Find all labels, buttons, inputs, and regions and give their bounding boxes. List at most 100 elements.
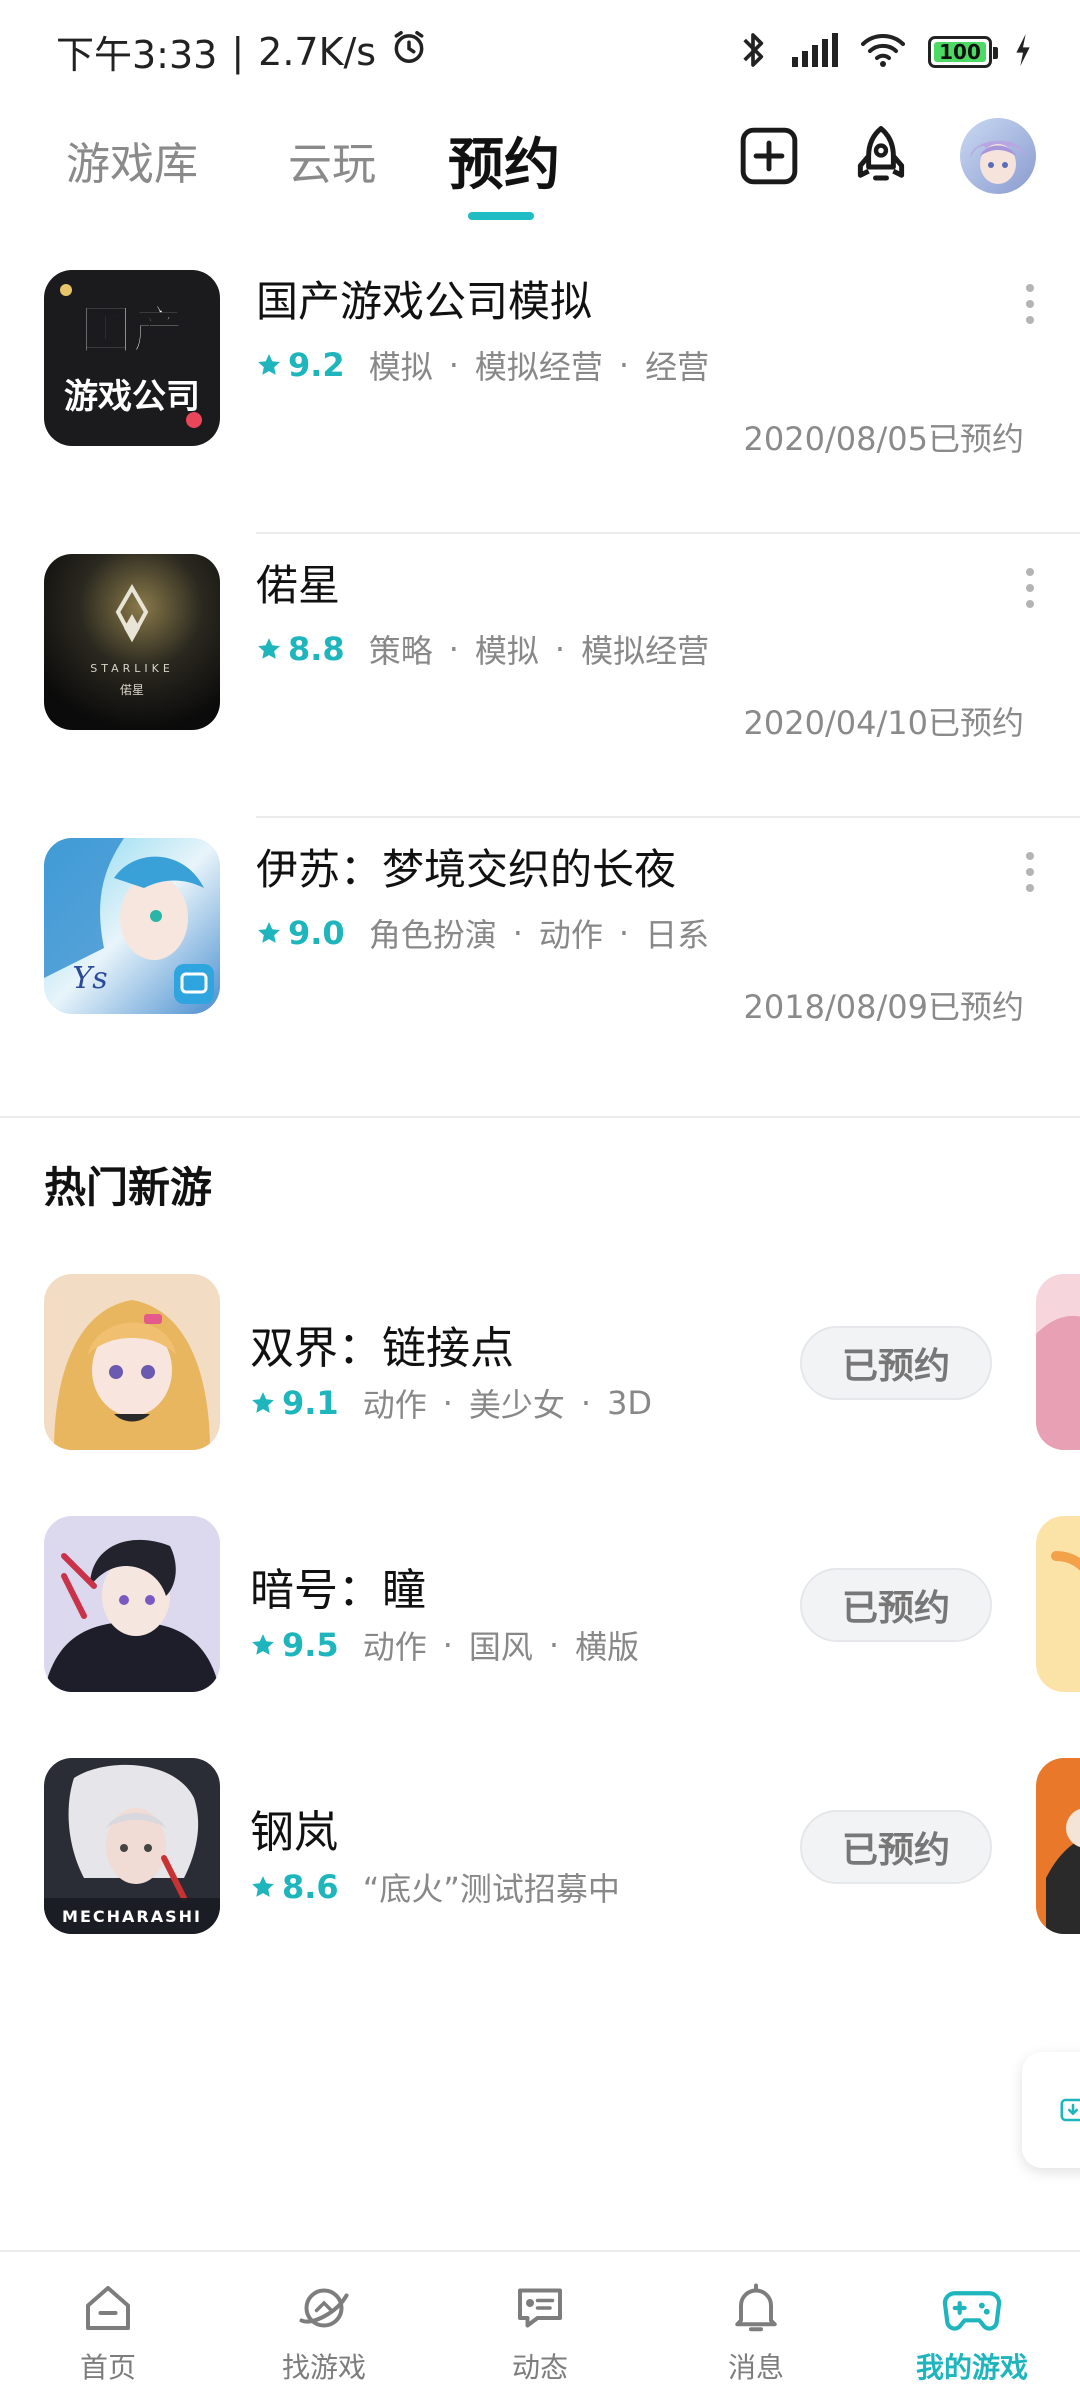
- floating-download-tab[interactable]: [1022, 2052, 1080, 2168]
- tag-separator: ·: [618, 346, 630, 384]
- rating: 9.5: [250, 1626, 339, 1664]
- nav-home[interactable]: 首页: [0, 2252, 216, 2400]
- game-meta: 9.0 角色扮演 · 动作 · 日系: [256, 910, 709, 956]
- status-net-speed: 2.7K/s: [258, 29, 377, 74]
- tag: 角色扮演: [368, 916, 497, 954]
- game-title: 国产游戏公司模拟: [256, 277, 593, 326]
- nav-label: 动态: [511, 2351, 568, 2384]
- reserved-button[interactable]: 已预约: [800, 1326, 992, 1400]
- tab-cloud-play[interactable]: 云玩: [288, 128, 376, 192]
- home-icon: [86, 2286, 130, 2330]
- section-title-hot: 热门新游: [44, 1163, 213, 1212]
- star-icon: [252, 1876, 274, 1897]
- reservation-date: 2020/08/05已预约: [743, 420, 1024, 458]
- tag: 美少女: [468, 1386, 565, 1424]
- tag: 动作: [362, 1386, 427, 1424]
- svg-text:Ys: Ys: [72, 961, 107, 996]
- download-icon: [1060, 2098, 1080, 2122]
- nav-my-games[interactable]: 我的游戏: [864, 2252, 1080, 2400]
- game-title: 伊苏：梦境交织的长夜: [256, 845, 677, 894]
- nav-find-games[interactable]: 找游戏: [216, 2252, 432, 2400]
- wifi-icon: [860, 32, 906, 72]
- planet-icon: [299, 2288, 349, 2328]
- nav-label: 首页: [79, 2351, 136, 2384]
- game-meta: 9.2 模拟 · 模拟经营 · 经营: [256, 342, 709, 388]
- status-separator: |: [231, 29, 245, 74]
- reserved-button[interactable]: 已预约: [800, 1568, 992, 1642]
- reserved-game-item[interactable]: Ys 伊苏：梦境交织的长夜 9.0 角色扮演 · 动作 · 日系 2018/08…: [0, 826, 1080, 1110]
- rating-value: 9.5: [282, 1626, 339, 1664]
- alarm-icon: [390, 28, 428, 75]
- nav-messages[interactable]: 消息: [648, 2252, 864, 2400]
- hot-game-list: 双界：链接点 9.1 动作 · 美少女 · 3D 已预约 暗号：瞳 9.5 动作…: [0, 1274, 1080, 2000]
- tag-separator: ·: [512, 914, 523, 952]
- nav-label: 找游戏: [281, 2351, 366, 2384]
- svg-text:STARLIKE: STARLIKE: [90, 662, 174, 675]
- reserved-button[interactable]: 已预约: [800, 1810, 992, 1884]
- tag-separator: ·: [554, 630, 566, 668]
- game-meta: 9.1 动作 · 美少女 · 3D: [250, 1380, 652, 1426]
- game-icon-anhao: [44, 1516, 220, 1692]
- rating: 9.1: [250, 1384, 339, 1422]
- tab-game-library[interactable]: 游戏库: [66, 128, 198, 192]
- chat-icon: [518, 2288, 562, 2328]
- game-title: 偌星: [256, 561, 341, 610]
- tag: 模拟: [368, 348, 433, 386]
- game-icon-nuoxing: STARLIKE 偌星: [44, 554, 220, 730]
- game-meta: 9.5 动作 · 国风 · 横版: [250, 1622, 639, 1668]
- hot-game-item[interactable]: 暗号：瞳 9.5 动作 · 国风 · 横版 已预约: [0, 1516, 1080, 1758]
- game-title: 双界：链接点: [250, 1323, 514, 1374]
- more-options-icon[interactable]: [1020, 852, 1040, 892]
- tag: 国风: [468, 1628, 533, 1666]
- next-card-preview[interactable]: [1036, 1758, 1080, 1934]
- game-icon-guochan: 国产 游戏公司: [44, 270, 220, 446]
- signal-icon: [790, 33, 838, 71]
- section-divider: [0, 1116, 1080, 1118]
- rating: 8.6: [250, 1868, 339, 1906]
- game-meta: 8.8 策略 · 模拟 · 模拟经营: [256, 626, 709, 672]
- add-button[interactable]: [736, 123, 802, 189]
- reserved-game-list: 国产 游戏公司 国产游戏公司模拟 9.2 模拟 · 模拟经营 · 经营 2020…: [0, 258, 1080, 1110]
- star-icon: [258, 638, 280, 659]
- next-card-preview[interactable]: [1036, 1274, 1080, 1450]
- bluetooth-icon: [738, 30, 768, 74]
- tag-separator: ·: [618, 914, 630, 952]
- bell-icon: [735, 2283, 777, 2332]
- top-tab-bar: 游戏库 云玩 预约: [0, 100, 1080, 230]
- top-actions: [736, 118, 1036, 194]
- more-options-icon[interactable]: [1020, 284, 1040, 324]
- reservation-date: 2018/08/09已预约: [743, 988, 1024, 1026]
- status-time: 下午3:33: [56, 33, 218, 77]
- rating-value: 8.6: [282, 1868, 339, 1906]
- status-left: 下午3:33 | 2.7K/s: [56, 24, 428, 79]
- game-meta: 8.6 “底火”测试招募中: [250, 1864, 620, 1910]
- game-icon-shuangjie: [44, 1274, 220, 1450]
- tab-reservations[interactable]: 预约: [448, 120, 560, 201]
- speed-boost-button[interactable]: [848, 123, 914, 189]
- reservation-date: 2020/04/10已预约: [743, 704, 1024, 742]
- star-icon: [252, 1634, 274, 1655]
- more-options-icon[interactable]: [1020, 568, 1040, 608]
- nav-label: 消息: [727, 2351, 784, 2384]
- next-card-preview[interactable]: [1036, 1516, 1080, 1692]
- tag-separator: ·: [580, 1384, 592, 1422]
- tag: 横版: [575, 1628, 640, 1666]
- game-icon-ganglan: MECHARASHI: [44, 1758, 220, 1934]
- rating: 8.8: [256, 630, 345, 668]
- tag: 动作: [362, 1628, 427, 1666]
- game-icon-label: MECHARASHI: [62, 1907, 202, 1926]
- rating-value: 8.8: [288, 630, 345, 668]
- user-avatar[interactable]: [960, 118, 1036, 194]
- hot-game-item[interactable]: 双界：链接点 9.1 动作 · 美少女 · 3D 已预约: [0, 1274, 1080, 1516]
- reserved-game-item[interactable]: STARLIKE 偌星 偌星 8.8 策略 · 模拟 · 模拟经营 2020/0…: [0, 542, 1080, 826]
- tag: 模拟经营: [581, 632, 710, 670]
- nav-feed[interactable]: 动态: [432, 2252, 648, 2400]
- star-icon: [258, 922, 280, 943]
- reserved-game-item[interactable]: 国产 游戏公司 国产游戏公司模拟 9.2 模拟 · 模拟经营 · 经营 2020…: [0, 258, 1080, 542]
- hot-game-item[interactable]: MECHARASHI 钢岚 8.6 “底火”测试招募中 已预约: [0, 1758, 1080, 2000]
- rating-value: 9.0: [288, 914, 345, 952]
- tag: “底火”测试招募中: [362, 1870, 620, 1908]
- battery-icon: 100: [928, 36, 998, 68]
- tag-separator: ·: [548, 1626, 560, 1664]
- nav-label: 我的游戏: [915, 2351, 1028, 2384]
